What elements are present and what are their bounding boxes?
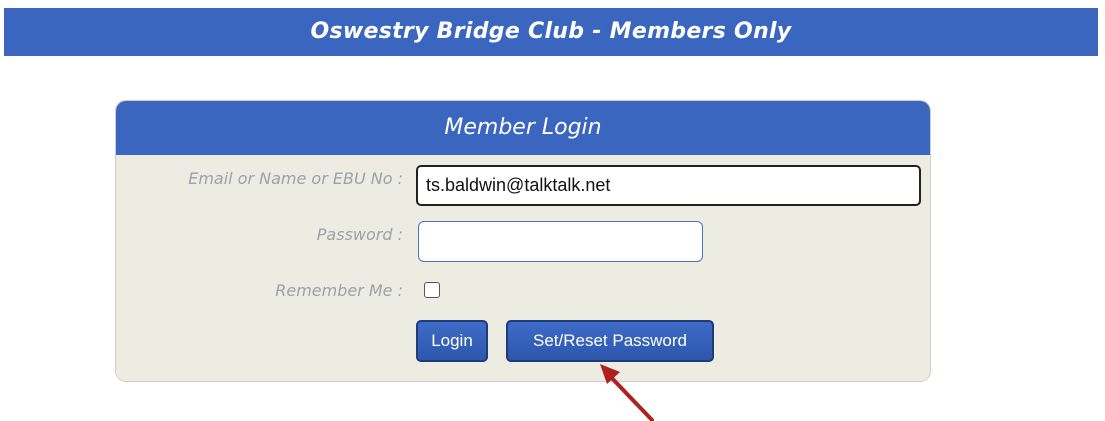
email-field[interactable]: [416, 165, 921, 206]
panel-title: Member Login: [116, 101, 930, 155]
password-label: Password :: [316, 225, 403, 244]
login-panel: Member Login Email or Name or EBU No : P…: [115, 100, 931, 382]
remember-me-label: Remember Me :: [275, 281, 403, 300]
password-field[interactable]: [418, 221, 703, 262]
page: Oswestry Bridge Club - Members Only Memb…: [0, 0, 1105, 421]
set-reset-password-button[interactable]: Set/Reset Password: [506, 320, 714, 362]
red-arrow-icon: [600, 364, 654, 421]
site-banner: Oswestry Bridge Club - Members Only: [4, 8, 1098, 56]
login-button[interactable]: Login: [416, 320, 488, 362]
remember-me-checkbox[interactable]: [424, 282, 440, 298]
email-label: Email or Name or EBU No :: [188, 169, 403, 188]
